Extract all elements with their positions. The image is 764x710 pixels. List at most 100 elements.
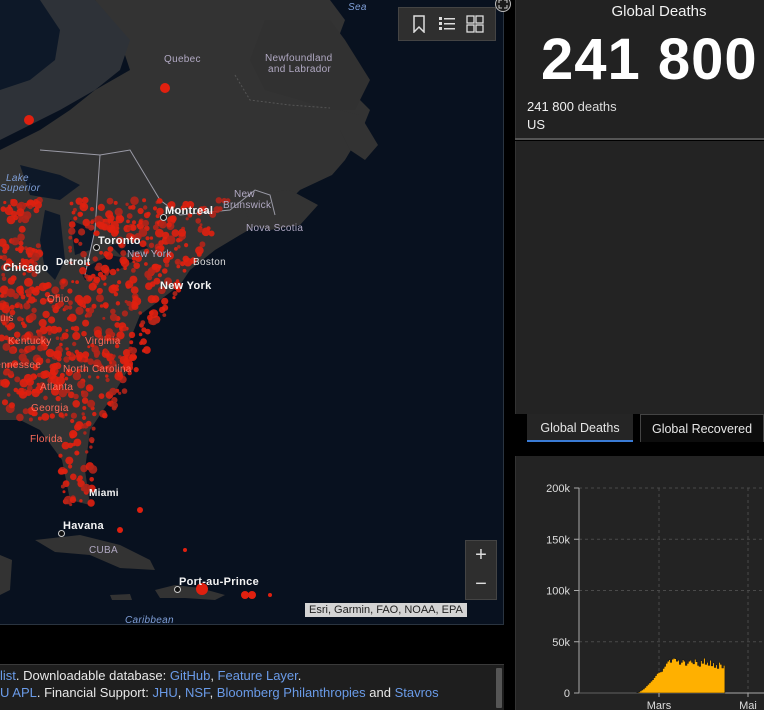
case-marker[interactable]	[112, 354, 116, 358]
case-marker[interactable]	[157, 264, 162, 269]
case-marker[interactable]	[17, 316, 23, 322]
case-marker[interactable]	[87, 275, 93, 281]
case-marker[interactable]	[42, 310, 50, 319]
case-marker[interactable]	[68, 245, 72, 250]
case-marker[interactable]	[102, 412, 108, 419]
case-marker[interactable]	[64, 376, 69, 381]
case-marker[interactable]	[109, 313, 118, 322]
case-marker[interactable]	[65, 329, 69, 332]
case-marker[interactable]	[16, 413, 24, 422]
case-marker[interactable]	[23, 388, 27, 392]
case-marker[interactable]	[68, 227, 76, 235]
case-marker[interactable]	[27, 385, 33, 391]
zoom-out-button[interactable]: −	[466, 570, 496, 599]
case-marker[interactable]	[16, 390, 21, 395]
case-marker[interactable]	[49, 363, 56, 370]
case-marker[interactable]	[115, 214, 125, 224]
case-marker[interactable]	[61, 279, 66, 284]
case-marker[interactable]	[28, 205, 33, 210]
case-marker[interactable]	[27, 252, 33, 258]
case-marker[interactable]	[126, 300, 132, 307]
case-marker[interactable]	[73, 216, 78, 221]
case-marker[interactable]	[70, 412, 77, 419]
case-marker[interactable]	[116, 268, 120, 272]
case-marker[interactable]	[95, 294, 104, 303]
case-marker[interactable]	[45, 348, 55, 358]
case-marker[interactable]	[73, 393, 79, 400]
case-marker[interactable]	[113, 200, 118, 205]
case-marker[interactable]	[132, 355, 137, 360]
case-marker[interactable]	[103, 282, 107, 286]
case-marker[interactable]	[72, 400, 80, 408]
case-marker[interactable]	[71, 210, 76, 215]
case-marker[interactable]	[92, 256, 98, 262]
case-marker[interactable]	[80, 486, 86, 492]
case-marker[interactable]	[25, 288, 32, 295]
case-marker[interactable]	[45, 358, 51, 364]
case-marker[interactable]	[74, 294, 84, 304]
case-marker[interactable]	[137, 207, 144, 215]
case-marker[interactable]	[88, 375, 92, 379]
case-marker[interactable]	[70, 418, 75, 424]
case-marker[interactable]	[152, 224, 159, 231]
case-marker[interactable]	[151, 263, 158, 270]
case-marker[interactable]	[105, 377, 110, 383]
basemap-gallery-button[interactable]	[464, 13, 486, 35]
case-marker[interactable]	[131, 303, 139, 310]
case-marker[interactable]	[143, 346, 151, 354]
case-marker[interactable]	[87, 499, 95, 507]
case-marker[interactable]	[92, 411, 97, 417]
case-marker[interactable]	[82, 415, 87, 420]
case-marker[interactable]	[6, 325, 13, 331]
case-marker[interactable]	[129, 340, 134, 345]
case-marker[interactable]	[67, 305, 73, 310]
case-marker[interactable]	[6, 288, 16, 298]
case-marker[interactable]	[241, 591, 249, 599]
case-marker[interactable]	[98, 393, 105, 399]
case-marker[interactable]	[75, 280, 79, 284]
case-marker[interactable]	[178, 228, 186, 237]
case-marker[interactable]	[67, 442, 74, 449]
case-marker[interactable]	[157, 273, 162, 278]
case-marker[interactable]	[153, 317, 160, 324]
case-marker[interactable]	[138, 332, 143, 337]
case-marker[interactable]	[131, 268, 136, 273]
case-marker[interactable]	[62, 490, 66, 494]
case-marker[interactable]	[85, 384, 94, 392]
case-marker[interactable]	[69, 201, 74, 206]
case-marker[interactable]	[43, 395, 48, 401]
case-marker[interactable]	[67, 288, 73, 294]
case-marker[interactable]	[138, 219, 143, 225]
case-marker[interactable]	[39, 297, 47, 305]
feature-layer-link[interactable]: Feature Layer	[218, 668, 298, 683]
case-marker[interactable]	[68, 464, 73, 469]
github-link[interactable]: GitHub	[170, 668, 210, 683]
case-marker[interactable]	[138, 311, 142, 315]
case-marker[interactable]	[52, 306, 59, 314]
apl-link[interactable]: U APL	[0, 685, 37, 700]
case-marker[interactable]	[97, 203, 105, 211]
case-marker[interactable]	[107, 246, 114, 253]
case-marker[interactable]	[22, 408, 29, 415]
case-marker[interactable]	[82, 196, 89, 204]
case-marker[interactable]	[176, 264, 181, 269]
case-marker[interactable]	[183, 548, 187, 552]
case-marker[interactable]	[33, 198, 39, 205]
case-marker[interactable]	[110, 308, 116, 315]
case-marker[interactable]	[56, 326, 62, 333]
stavros-link[interactable]: Stavros	[395, 685, 439, 700]
case-marker[interactable]	[130, 196, 139, 205]
case-marker[interactable]	[28, 417, 33, 422]
case-marker[interactable]	[70, 473, 77, 481]
case-marker[interactable]	[146, 211, 151, 217]
case-marker[interactable]	[97, 222, 106, 230]
case-marker[interactable]	[6, 393, 11, 397]
case-marker[interactable]	[120, 250, 127, 257]
case-marker[interactable]	[109, 268, 117, 276]
case-marker[interactable]	[147, 314, 153, 321]
case-marker[interactable]	[149, 236, 154, 240]
case-marker[interactable]	[68, 235, 73, 240]
case-marker[interactable]	[68, 221, 76, 228]
case-marker[interactable]	[131, 220, 137, 225]
case-marker[interactable]	[85, 307, 90, 312]
